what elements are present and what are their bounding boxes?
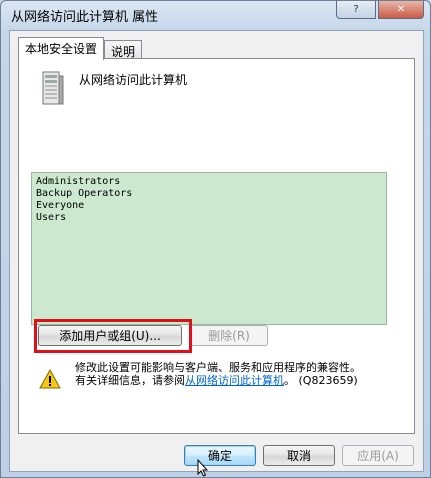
apply-button[interactable]: 应用(A) — [342, 445, 414, 466]
highlight-box — [34, 319, 192, 353]
help-link[interactable]: 从网络访问此计算机 — [185, 374, 284, 387]
remove-button[interactable]: 删除(R) — [190, 325, 268, 346]
warning-prefix: 有关详细信息，请参阅 — [75, 374, 185, 387]
warning-icon — [39, 369, 61, 389]
warning-line-1: 修改此设置可能影响与客户端、服务和应用程序的兼容性。 — [75, 361, 361, 374]
close-button[interactable]: ✕ — [378, 1, 424, 19]
title-bar-buttons: ? ✕ — [336, 1, 424, 19]
warning-text: 修改此设置可能影响与客户端、服务和应用程序的兼容性。 有关详细信息，请参阅从网络… — [75, 361, 405, 387]
ok-button[interactable]: 确定 — [184, 445, 256, 466]
policy-title: 从网络访问此计算机 — [79, 73, 188, 87]
close-icon: ✕ — [396, 4, 406, 15]
window-title: 从网络访问此计算机 属性 — [11, 10, 159, 25]
list-item[interactable]: Everyone — [36, 200, 382, 212]
tab-explain[interactable]: 说明 — [104, 40, 143, 60]
tab-local-security-setting[interactable]: 本地安全设置 — [18, 37, 105, 60]
tab-panel: 从网络访问此计算机 Administrators Backup Operator… — [18, 58, 415, 434]
help-icon: ? — [353, 4, 359, 15]
list-item[interactable]: Users — [36, 212, 382, 224]
warning-suffix: 。 (Q823659) — [284, 374, 358, 387]
list-item[interactable]: Backup Operators — [36, 188, 382, 200]
warning-line-2: 有关详细信息，请参阅从网络访问此计算机。 (Q823659) — [75, 374, 405, 387]
server-icon — [42, 71, 64, 105]
dialog-client-area: 本地安全设置 说明 从网络访问此计算机 Administrators Backu… — [9, 30, 424, 472]
user-group-list[interactable]: Administrators Backup Operators Everyone… — [31, 172, 387, 325]
help-button[interactable]: ? — [336, 1, 376, 19]
properties-dialog: 从网络访问此计算机 属性 ? ✕ 本地安全设置 说明 从网络访问此计算机 Adm… — [0, 0, 431, 478]
mouse-cursor-icon — [197, 459, 209, 477]
cancel-button[interactable]: 取消 — [263, 445, 335, 466]
tab-strip: 本地安全设置 说明 — [18, 37, 143, 60]
list-item[interactable]: Administrators — [36, 176, 382, 188]
